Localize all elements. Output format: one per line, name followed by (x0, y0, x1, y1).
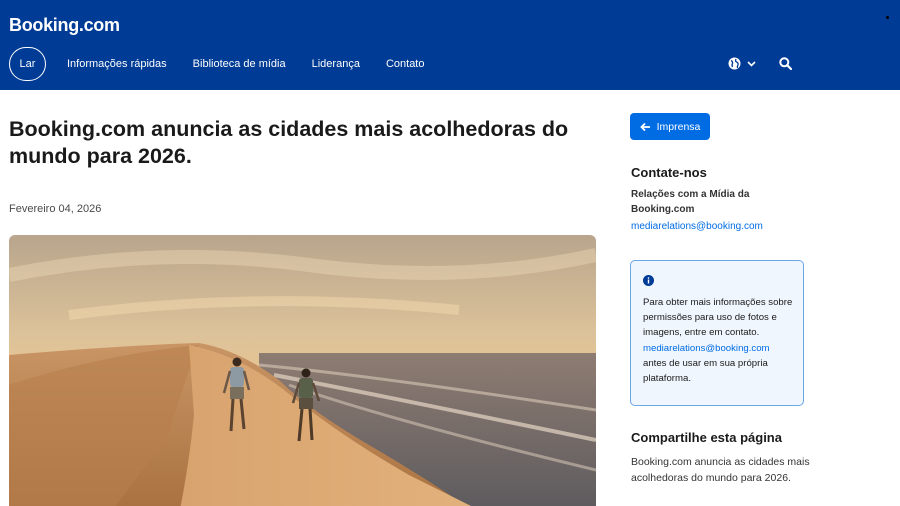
info-text-continued: antes de usar em sua própria plataforma. (643, 357, 768, 385)
main-nav: Lar Informações rápidas Biblioteca de mí… (9, 47, 424, 81)
language-selector[interactable] (728, 57, 756, 70)
corner-dot (886, 16, 889, 19)
hero-image (9, 235, 596, 506)
contact-title: Contate-nos (631, 165, 707, 180)
nav-link-leadership[interactable]: Liderança (312, 58, 360, 70)
back-to-press-button[interactable]: Imprensa (630, 113, 710, 140)
nav-home-button[interactable]: Lar (9, 47, 46, 81)
image-permissions-info: Para obter mais informações sobre permis… (630, 260, 804, 406)
nav-link-quick-info[interactable]: Informações rápidas (67, 58, 167, 70)
search-icon (779, 57, 793, 71)
back-button-label: Imprensa (656, 120, 701, 133)
info-email-link[interactable]: mediarelations@booking.com (643, 341, 793, 356)
arrow-left-icon (639, 122, 650, 131)
search-button[interactable] (779, 57, 793, 75)
info-icon (643, 275, 654, 286)
contact-email-link[interactable]: mediarelations@booking.com (631, 221, 763, 232)
site-header: Booking.com Lar Informações rápidas Bibl… (0, 0, 900, 90)
globe-icon (728, 57, 741, 70)
nav-link-contact[interactable]: Contato (386, 58, 425, 70)
site-logo[interactable]: Booking.com (9, 15, 120, 36)
share-title: Compartilhe esta página (631, 430, 782, 445)
share-text: Booking.com anuncia as cidades mais acol… (631, 456, 810, 484)
article-date: Fevereiro 04, 2026 (9, 203, 102, 215)
chevron-down-icon (747, 60, 756, 67)
article-title: Booking.com anuncia as cidades mais acol… (9, 117, 569, 168)
nav-link-media-library[interactable]: Biblioteca de mídia (193, 58, 286, 70)
info-text: Para obter mais informações sobre permis… (643, 297, 793, 339)
contact-subtitle: Relações com a Mídia da Booking.com (631, 189, 750, 215)
